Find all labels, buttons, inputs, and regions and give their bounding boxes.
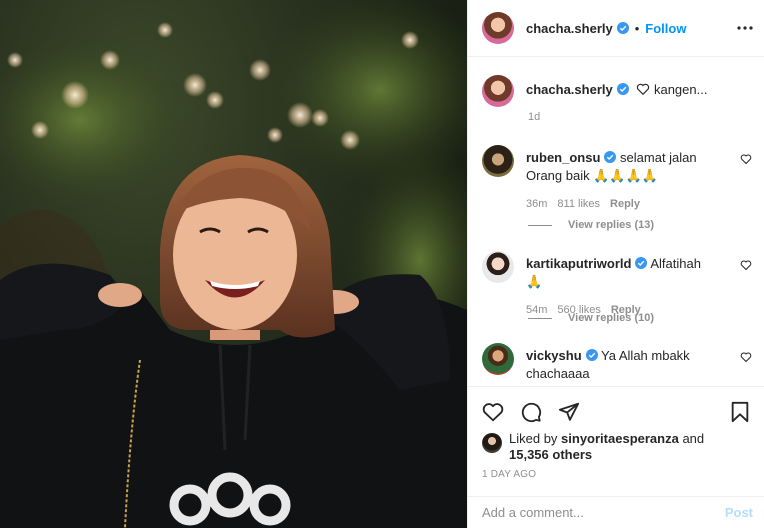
verified-badge-icon bbox=[616, 83, 629, 95]
liked-by-and: and bbox=[682, 431, 705, 446]
heart-emoji-icon bbox=[637, 83, 650, 96]
follow-button[interactable]: Follow bbox=[645, 21, 686, 36]
comments-list[interactable]: chacha.sherly kangen... 1d ruben_onsu se… bbox=[468, 58, 764, 386]
save-bookmark-icon[interactable] bbox=[729, 401, 751, 423]
comment-text-line2: Orang baik 🙏🙏🙏🙏 bbox=[526, 168, 658, 183]
caption-avatar[interactable] bbox=[482, 75, 514, 107]
post-date[interactable]: 1 DAY AGO bbox=[482, 469, 536, 480]
post-comment-button[interactable]: Post bbox=[725, 505, 753, 520]
commenter-avatar[interactable] bbox=[482, 343, 514, 375]
replies-divider bbox=[528, 317, 552, 319]
more-options-icon[interactable] bbox=[737, 22, 753, 34]
share-send-icon[interactable] bbox=[558, 401, 580, 423]
comment-text-line2: chachaaaa bbox=[526, 366, 590, 381]
verified-badge-icon bbox=[635, 257, 648, 269]
view-replies-label: View replies (10) bbox=[568, 312, 655, 324]
comment-like-heart-icon[interactable] bbox=[740, 153, 752, 165]
post-caption: chacha.sherly kangen... 1d bbox=[482, 75, 752, 123]
comment-text: selamat jalan bbox=[620, 150, 697, 165]
photo-illustration bbox=[0, 0, 467, 528]
view-replies-label: View replies (13) bbox=[568, 219, 655, 231]
comment-like-heart-icon[interactable] bbox=[740, 259, 752, 271]
post-header: chacha.sherly • Follow bbox=[468, 0, 764, 57]
verified-badge-icon bbox=[616, 22, 629, 34]
verified-badge-icon bbox=[585, 349, 598, 361]
commenter-username[interactable]: vickyshu bbox=[526, 348, 582, 363]
replies-divider bbox=[528, 224, 552, 226]
liked-by-others[interactable]: 15,356 others bbox=[509, 447, 592, 462]
add-comment-bar: Post bbox=[468, 496, 764, 528]
liker-avatar[interactable] bbox=[482, 433, 502, 453]
reply-button[interactable]: Reply bbox=[610, 195, 640, 213]
commenter-avatar[interactable] bbox=[482, 251, 514, 283]
comment-time[interactable]: 36m bbox=[526, 195, 547, 213]
caption-username[interactable]: chacha.sherly bbox=[526, 82, 613, 97]
commenter-username[interactable]: kartikaputriworld bbox=[526, 256, 631, 271]
caption-text: kangen... bbox=[653, 82, 708, 97]
comment-bubble-icon[interactable] bbox=[520, 401, 542, 423]
verified-badge-icon bbox=[604, 151, 617, 163]
caption-time: 1d bbox=[528, 111, 541, 123]
author-username[interactable]: chacha.sherly bbox=[526, 21, 613, 36]
liked-by-summary: Liked by sinyoritaesperanza and 15,356 o… bbox=[482, 431, 709, 463]
comment-item: vickyshu Ya Allah mbakk chachaaaa bbox=[482, 343, 752, 383]
post-photo bbox=[0, 0, 467, 528]
comment-likes[interactable]: 811 likes bbox=[557, 195, 600, 213]
comment-item: kartikaputriworld Alfatihah🙏 54m 560 lik… bbox=[482, 251, 752, 319]
post-actions: Liked by sinyoritaesperanza and 15,356 o… bbox=[468, 386, 764, 496]
header-separator: • bbox=[634, 20, 640, 36]
commenter-avatar[interactable] bbox=[482, 145, 514, 177]
commenter-username[interactable]: ruben_onsu bbox=[526, 150, 600, 165]
post-sidebar: chacha.sherly • Follow chacha.sherly kan… bbox=[467, 0, 764, 528]
liked-by-user[interactable]: sinyoritaesperanza bbox=[561, 431, 679, 446]
comment-text: Ya Allah mbakk bbox=[601, 348, 690, 363]
view-replies-button[interactable]: View replies (10) bbox=[528, 312, 654, 324]
comment-item: ruben_onsu selamat jalan Orang baik 🙏🙏🙏🙏… bbox=[482, 145, 752, 213]
view-replies-button[interactable]: View replies (13) bbox=[528, 219, 654, 231]
like-heart-icon[interactable] bbox=[482, 401, 504, 423]
author-avatar[interactable] bbox=[482, 12, 514, 44]
comment-like-heart-icon[interactable] bbox=[740, 351, 752, 363]
liked-by-prefix: Liked by bbox=[509, 431, 558, 446]
add-comment-input[interactable] bbox=[482, 505, 725, 520]
